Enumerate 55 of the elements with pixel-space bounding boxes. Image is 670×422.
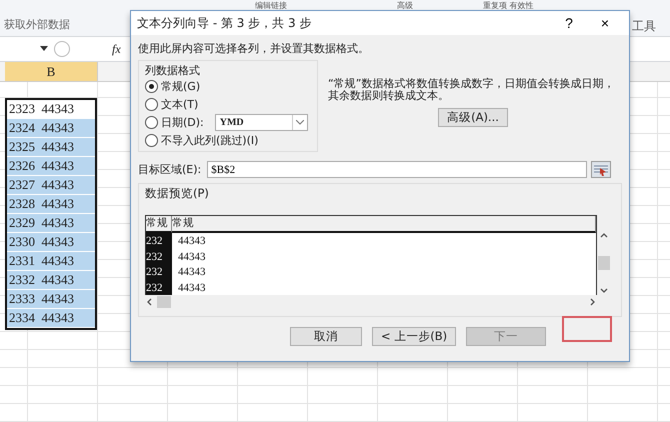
radio-button[interactable]	[145, 98, 158, 112]
close-button[interactable]: ×	[587, 12, 623, 34]
chevron-down-icon	[296, 120, 304, 125]
table-cell: 2330 44343	[7, 233, 95, 252]
group-title: 列数据格式	[145, 63, 201, 78]
date-format-select[interactable]: YMD	[214, 114, 308, 131]
column-header[interactable]: 常规	[146, 216, 172, 233]
help-button[interactable]: ?	[551, 12, 587, 34]
table-cell: 2327 44343	[7, 176, 95, 195]
group-label: 获取外部数据	[3, 17, 70, 32]
chevron-down-icon[interactable]	[600, 287, 608, 295]
radio-label[interactable]: 不导入此列(跳过)(I)	[161, 132, 258, 148]
table-cell: 2332 44343	[7, 271, 95, 290]
table-cell: 2324 44343	[7, 119, 95, 138]
chevron-left-icon[interactable]	[145, 298, 153, 306]
radio-button[interactable]	[145, 134, 158, 147]
range-picker-icon[interactable]	[591, 161, 612, 178]
ribbon-item[interactable]: 重复项 有效性	[483, 0, 534, 10]
ribbon-item[interactable]: 高级	[397, 0, 413, 10]
instruction-text: 使用此屏内容可选择各列，并设置其数据格式。	[138, 41, 370, 56]
dialog-button[interactable]: 取消	[290, 327, 362, 346]
table-cell: 2325 44343	[7, 138, 95, 157]
ribbon-item[interactable]: 编辑链接	[255, 0, 287, 10]
field-label: 目标区域(E):	[138, 162, 202, 177]
function-label[interactable]: fx	[112, 42, 121, 56]
circle-icon	[54, 41, 70, 57]
group-title: 数据预览(P)	[145, 186, 210, 201]
scrollbar-thumb[interactable]	[598, 256, 610, 270]
description-text: “常规”数据格式将数值转换成数字，日期值会转换成日期，其余数据则转换成文本。	[328, 78, 616, 102]
window-title: 文本分列向导 - 第 3 步，共 3 步	[137, 14, 312, 32]
dropdown-caret-icon[interactable]	[40, 46, 48, 52]
chevron-right-icon[interactable]	[589, 298, 597, 306]
destination-field[interactable]: $B$2	[207, 161, 588, 178]
table-cell: 2334 44343	[7, 309, 95, 328]
table-cell: 2329 44343	[7, 214, 95, 233]
radio-button[interactable]	[145, 80, 158, 94]
scrollbar-thumb[interactable]	[157, 296, 171, 308]
table-cell: 2326 44343	[7, 157, 95, 176]
group-label: 工具	[632, 18, 656, 35]
column-header[interactable]: 常规	[172, 216, 596, 233]
table-cell: 232	[146, 280, 172, 295]
radio-label[interactable]: 日期(D):	[161, 114, 204, 130]
chevron-up-icon[interactable]	[600, 231, 608, 239]
column-header[interactable]: B	[5, 62, 98, 81]
table-cell: 232	[146, 233, 172, 248]
table-cell: 2333 44343	[7, 290, 95, 309]
radio-label[interactable]: 常规(G)	[161, 79, 200, 94]
table-cell: 2331 44343	[7, 252, 95, 271]
radio-button[interactable]	[145, 116, 158, 129]
table-cell: 232	[146, 248, 172, 264]
radio-label[interactable]: 文本(T)	[161, 97, 198, 112]
dialog-button[interactable]: < 上一步(B)	[372, 327, 456, 346]
table-cell: 232	[146, 264, 172, 280]
table-cell: 2328 44343	[7, 195, 95, 214]
advanced-button[interactable]: 高级(A)...	[438, 108, 508, 127]
